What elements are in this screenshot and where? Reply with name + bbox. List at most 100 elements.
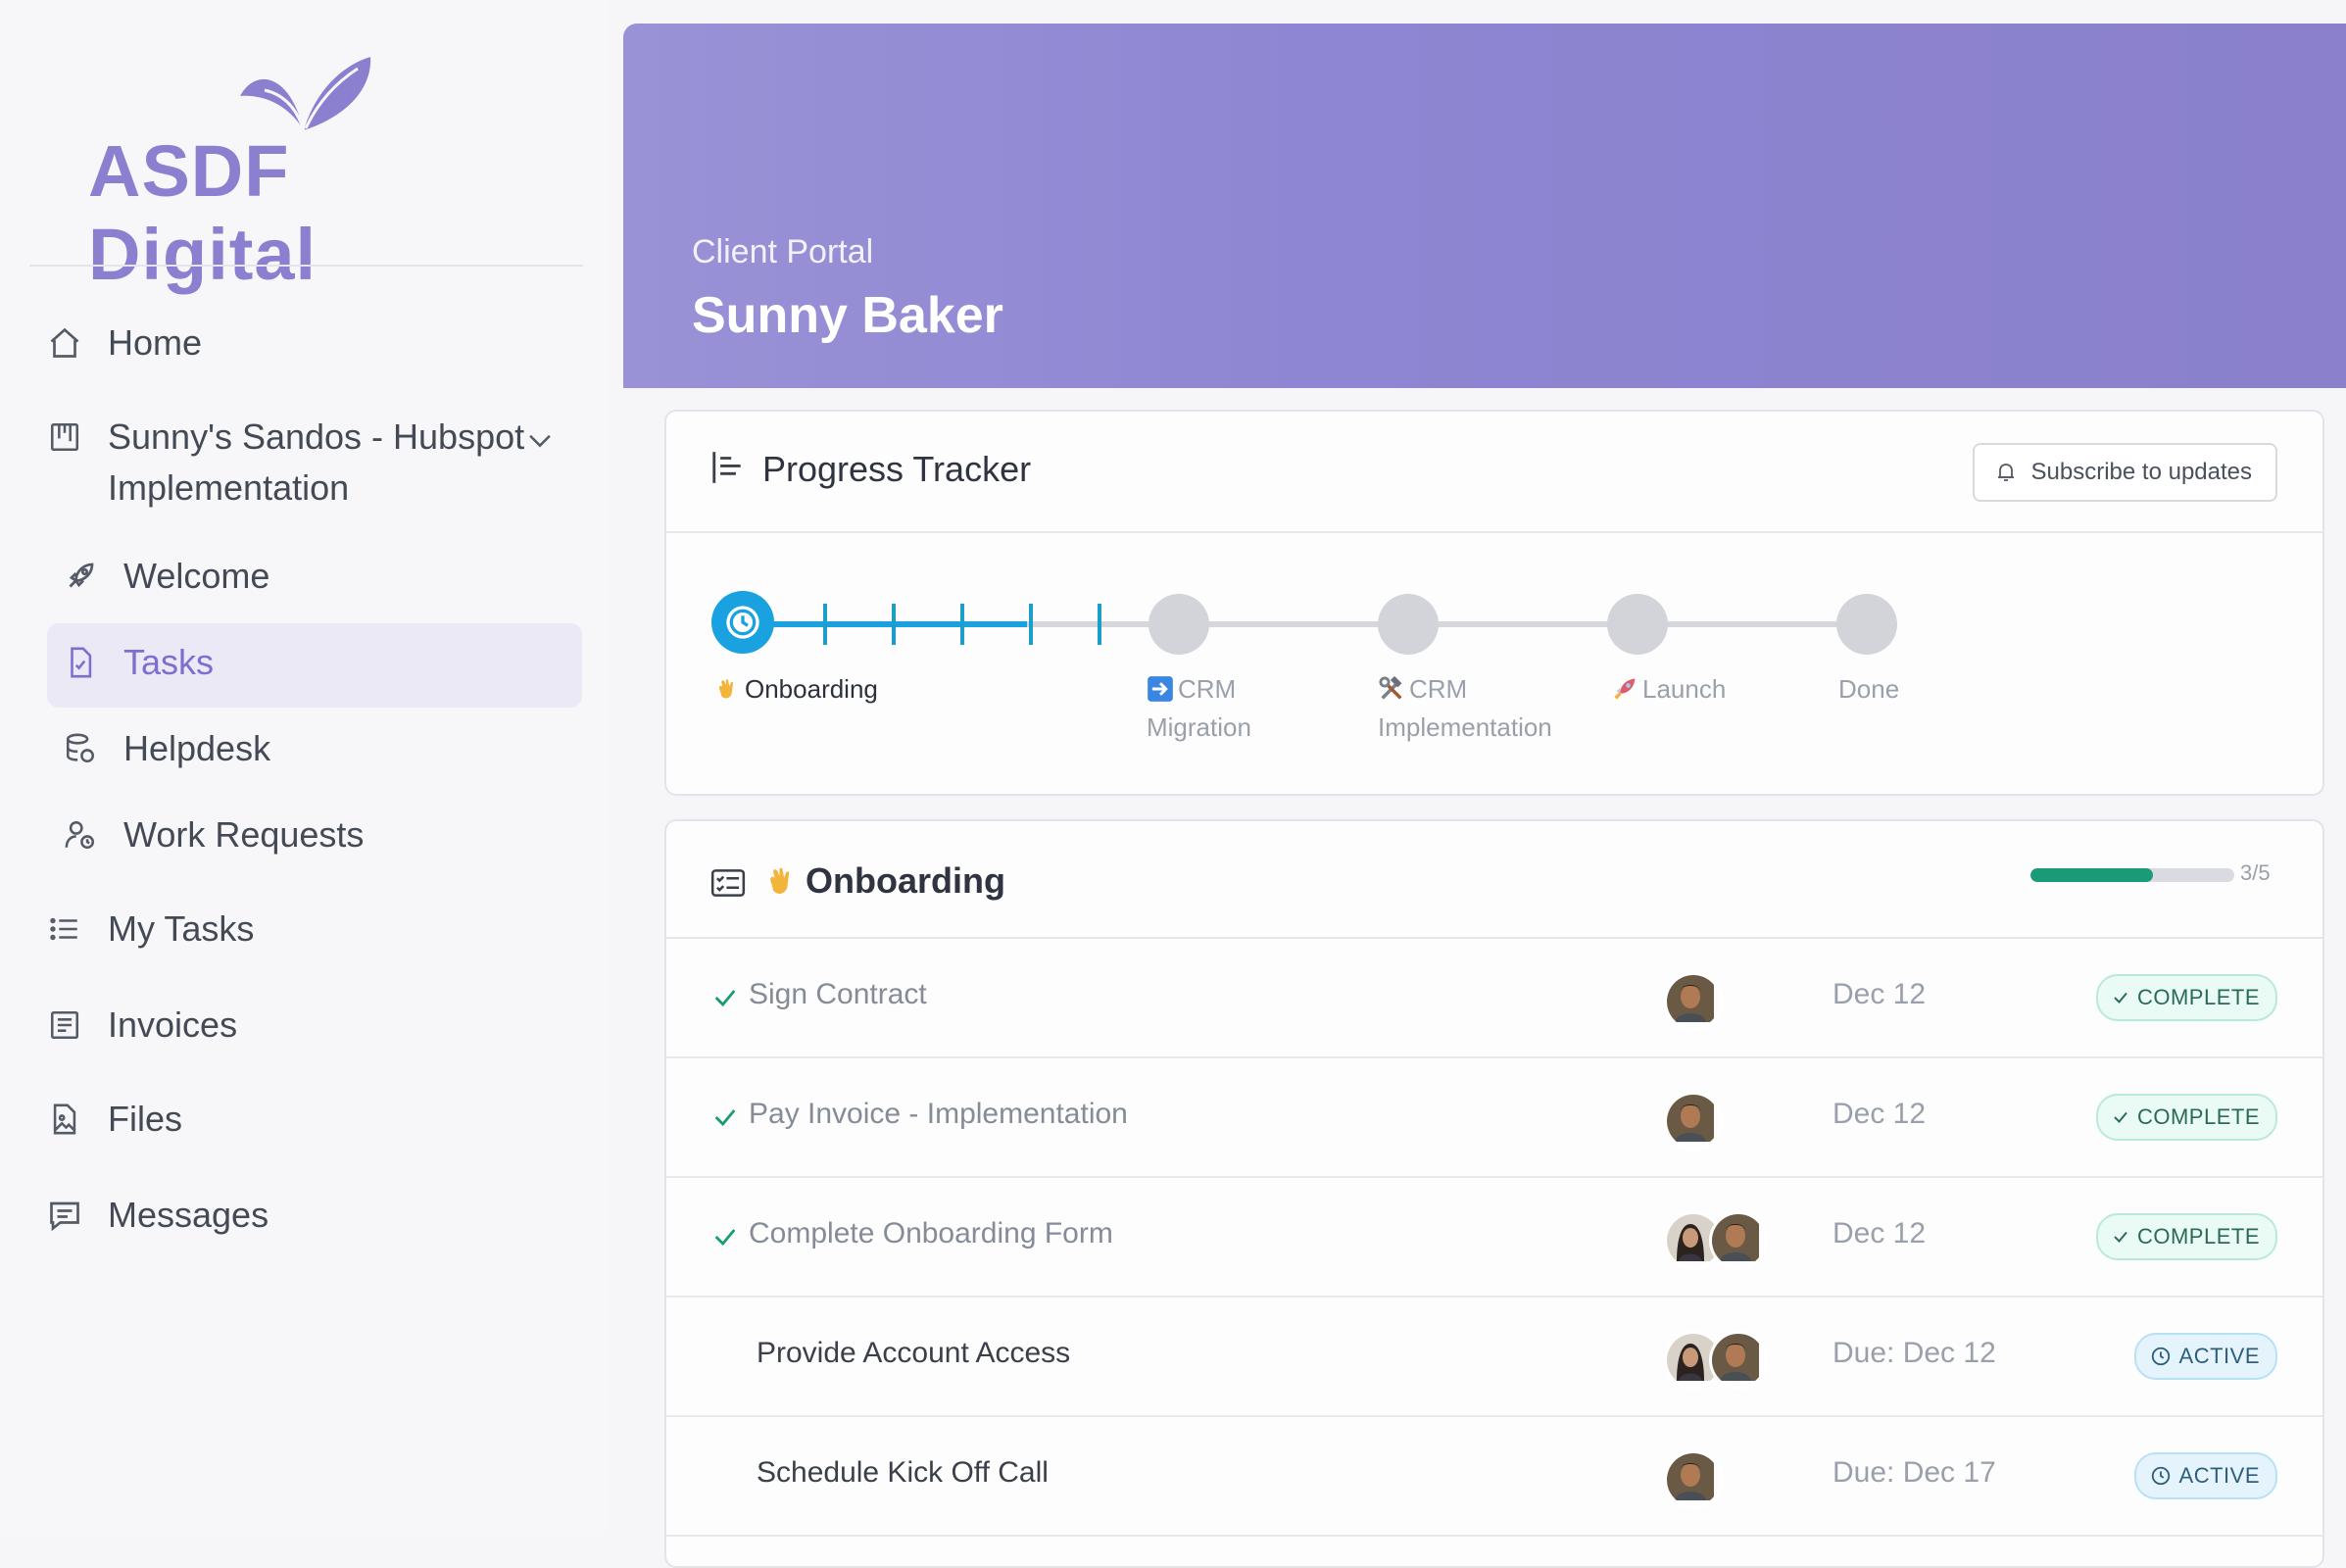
tracker-tick — [823, 604, 827, 645]
rocket-icon — [59, 555, 102, 598]
nav-files[interactable]: Files — [43, 1098, 182, 1141]
task-row[interactable]: Pay Invoice - Implementation Dec 12 COMPLE… — [666, 1058, 2322, 1178]
brand-logo[interactable]: ASDF Digital — [88, 39, 519, 295]
task-date: Due: Dec 17 — [1833, 1456, 1996, 1489]
avatar[interactable] — [1664, 972, 1723, 1031]
stage-crm-implementation-label[interactable]: CRM Implementation — [1378, 670, 1552, 747]
clock-icon — [2150, 1465, 2172, 1487]
status-badge: COMPLETE — [2095, 1213, 2277, 1260]
nav-project[interactable]: Sunny's Sandos - Hubspot Implementation — [43, 416, 524, 514]
nav-my-tasks[interactable]: My Tasks — [43, 907, 254, 951]
file-image-icon — [43, 1098, 86, 1141]
tracker-divider — [666, 531, 2322, 533]
stage-onboarding-label[interactable]: Onboarding — [713, 670, 878, 709]
nav-invoices[interactable]: Invoices — [43, 1004, 237, 1047]
check-icon — [2112, 989, 2129, 1006]
task-date: Dec 12 — [1833, 978, 1927, 1010]
row-divider — [666, 1535, 2322, 1537]
stage-crm-implementation-marker[interactable] — [1378, 594, 1439, 655]
task-date: Dec 12 — [1833, 1098, 1927, 1130]
tracker-tick — [892, 604, 896, 645]
stage-launch-marker[interactable] — [1607, 594, 1668, 655]
onboarding-progress-bar — [2030, 868, 2234, 882]
task-name[interactable]: Schedule Kick Off Call — [757, 1456, 1049, 1490]
tracker-tick — [1029, 604, 1033, 645]
task-name[interactable]: Provide Account Access — [757, 1337, 1070, 1370]
task-row[interactable]: Sign Contract Dec 12 COMPLETE — [666, 939, 2322, 1058]
stage-onboarding-marker[interactable] — [711, 591, 774, 654]
list-icon — [43, 907, 86, 951]
onboarding-progress-count: 3/5 — [2240, 860, 2271, 885]
tracker-tick — [960, 604, 964, 645]
task-date: Dec 12 — [1833, 1217, 1927, 1250]
assignee-avatars — [1664, 1211, 1768, 1270]
avatar[interactable] — [1664, 1092, 1723, 1151]
task-name[interactable]: Pay Invoice - Implementation — [749, 1098, 1128, 1131]
helpdesk-icon — [59, 727, 102, 770]
subscribe-label: Subscribe to updates — [2030, 459, 2252, 485]
hammer-wrench-icon — [1378, 675, 1405, 703]
stage-launch-label[interactable]: Launch — [1611, 670, 1726, 709]
task-row[interactable]: Complete Onboarding Form Dec 12 COMPLETE — [666, 1178, 2322, 1298]
nav-welcome[interactable]: Welcome — [59, 555, 269, 598]
home-icon — [43, 321, 86, 365]
portal-subtitle: Client Portal — [692, 233, 874, 270]
stage-crm-migration-marker[interactable] — [1149, 594, 1209, 655]
assignee-avatars — [1664, 1331, 1768, 1390]
subscribe-button[interactable]: Subscribe to updates — [1972, 443, 2277, 502]
task-row[interactable]: Schedule Kick Off Call Due: Dec 17 ACTIVE — [666, 1417, 2322, 1537]
bell-icon — [1994, 461, 2018, 484]
nav-welcome-label: Welcome — [123, 556, 270, 596]
tracker-line-progress — [743, 621, 1027, 627]
stage-crm-migration-label[interactable]: CRM Migration — [1147, 670, 1251, 747]
nav-home-label: Home — [108, 322, 203, 363]
status-badge: COMPLETE — [2095, 1094, 2277, 1141]
avatar[interactable] — [1664, 1450, 1723, 1509]
nav-invoices-label: Invoices — [108, 1004, 238, 1045]
nav-home[interactable]: Home — [43, 321, 202, 365]
task-file-icon — [59, 641, 102, 684]
client-name: Sunny Baker — [692, 287, 1003, 344]
stage-done-marker[interactable] — [1836, 594, 1897, 655]
sidebar-divider — [29, 265, 583, 267]
sidebar: ASDF Digital Home Sunny's Sandos - Hubsp… — [0, 0, 608, 1535]
invoice-icon — [43, 1004, 86, 1047]
status-badge: ACTIVE — [2133, 1333, 2277, 1380]
check-icon — [714, 1229, 736, 1247]
clock-icon — [2150, 1346, 2172, 1367]
check-icon — [714, 990, 736, 1007]
assignee-avatars — [1664, 1450, 1723, 1509]
work-request-icon — [59, 813, 102, 857]
nav-files-label: Files — [108, 1099, 183, 1139]
status-badge: ACTIVE — [2133, 1452, 2277, 1499]
chevron-down-icon[interactable] — [523, 423, 557, 457]
avatar[interactable] — [1709, 1211, 1768, 1270]
task-name[interactable]: Sign Contract — [749, 978, 927, 1011]
onboarding-card: Onboarding 3/5 Sign Contract Dec 12 COMPLE… — [664, 819, 2324, 1568]
progress-tracker-card: Progress Tracker Subscribe to updates On… — [664, 410, 2324, 796]
task-name[interactable]: Complete Onboarding Form — [749, 1217, 1113, 1250]
check-icon — [2112, 1228, 2129, 1246]
nav-my-tasks-label: My Tasks — [108, 908, 255, 949]
message-icon — [43, 1194, 86, 1237]
stage-done-label[interactable]: Done — [1838, 670, 1899, 709]
check-icon — [714, 1109, 736, 1127]
task-row[interactable]: Provide Account Access Due: Dec 12 ACTIVE — [666, 1298, 2322, 1417]
nav-helpdesk-label: Helpdesk — [123, 728, 271, 768]
tracker-title: Progress Tracker — [762, 449, 1032, 489]
nav-work-requests-label: Work Requests — [123, 814, 365, 855]
project-board-icon — [43, 416, 86, 459]
arrow-right-box-icon — [1147, 675, 1174, 703]
rocket-emoji-icon — [1611, 675, 1638, 703]
tracker-icon — [712, 452, 741, 483]
nav-helpdesk[interactable]: Helpdesk — [59, 727, 270, 770]
nav-messages[interactable]: Messages — [43, 1194, 269, 1237]
onboarding-title: Onboarding — [806, 860, 1005, 901]
waving-hand-icon — [713, 675, 741, 703]
nav-work-requests[interactable]: Work Requests — [59, 813, 364, 857]
nav-tasks[interactable]: Tasks — [59, 641, 214, 684]
brand-name: ASDF Digital — [88, 130, 318, 295]
avatar[interactable] — [1709, 1331, 1768, 1390]
nav-project-label: Sunny's Sandos - Hubspot — [108, 416, 525, 457]
check-icon — [2112, 1108, 2129, 1126]
